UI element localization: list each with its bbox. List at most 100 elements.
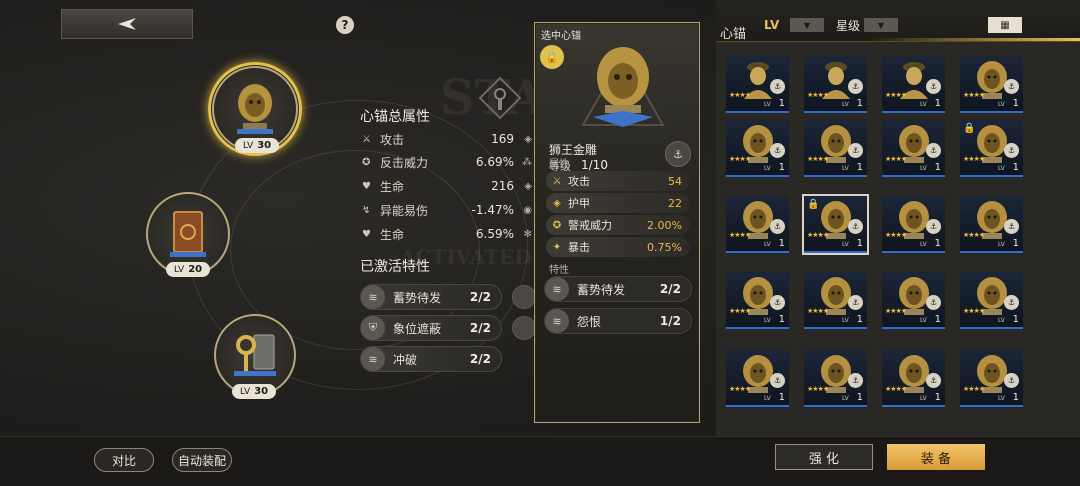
inventory-slot[interactable]: ★★★★ ⚓ LV 1 bbox=[882, 120, 945, 177]
star-rating: ★★★★ bbox=[963, 91, 985, 99]
stat-name: 反击威力 bbox=[380, 155, 429, 170]
slot-level-prefix: LV bbox=[764, 317, 771, 324]
slot-level-value: 1 bbox=[1012, 392, 1019, 403]
lv-sort-dropdown[interactable]: ▼ bbox=[790, 18, 824, 32]
grid-view-icon[interactable]: ▦ bbox=[988, 17, 1022, 33]
chevron-down-icon: ▼ bbox=[877, 20, 885, 30]
key-node[interactable]: LV 30 bbox=[214, 314, 296, 399]
trait-count: 1/2 bbox=[659, 314, 681, 328]
stat-value: 169 bbox=[491, 132, 514, 146]
inventory-slot[interactable]: ★★★★ ⚓ LV 1 bbox=[882, 350, 945, 407]
anchor-class-icon: ⚓ bbox=[926, 219, 941, 234]
inventory-slot[interactable]: ★★★★ ⚓ LV 1 bbox=[960, 56, 1023, 113]
inventory-slot[interactable]: ★★★★ ⚓ LV 1 bbox=[882, 272, 945, 329]
trait-icon-partial bbox=[512, 316, 536, 340]
slot-level-prefix: LV bbox=[920, 101, 927, 108]
anchor-class-icon: ⚓ bbox=[1004, 143, 1019, 158]
lock-icon[interactable]: 🔒 bbox=[540, 45, 564, 69]
trait-icon: ≋ bbox=[361, 347, 385, 371]
slot-level-value: 1 bbox=[1012, 98, 1019, 109]
lion-bust-node[interactable]: LV 30 bbox=[208, 62, 302, 156]
anchor-class-icon: ⚓ bbox=[848, 143, 863, 158]
book-icon bbox=[170, 211, 206, 257]
chevron-down-icon: ▼ bbox=[803, 20, 811, 30]
slot-level-value: 1 bbox=[778, 314, 785, 325]
trait-name: 蓄势待发 bbox=[393, 290, 442, 305]
anchor-class-icon: ⚓ bbox=[926, 295, 941, 310]
slot-level-value: 1 bbox=[1012, 162, 1019, 173]
inventory-slot[interactable]: ★★★★ ⚓ LV 1 bbox=[804, 272, 867, 329]
inventory-slot[interactable]: ★★★★ ⚓ LV 1 bbox=[726, 56, 789, 113]
inventory-slot[interactable]: ★★★★ ⚓ LV 1 bbox=[804, 56, 867, 113]
lv-sort-label[interactable]: LV bbox=[764, 18, 779, 32]
star-rating: ★★★★ bbox=[729, 155, 751, 163]
upgrade-button[interactable]: 强 化 bbox=[775, 444, 873, 470]
inventory-slot[interactable]: ★★★★ ⚓ LV 1 bbox=[726, 196, 789, 253]
inventory-slot[interactable]: 🔒 ★★★★ ⚓ LV 1 bbox=[802, 194, 869, 255]
inventory-slot[interactable]: ★★★★ ⚓ LV 1 bbox=[882, 56, 945, 113]
inventory-slot[interactable]: ★★★★ ⚓ LV 1 bbox=[882, 196, 945, 253]
attribute-name: 护甲 bbox=[568, 197, 590, 210]
star-rating: ★★★★ bbox=[885, 385, 907, 393]
anchor-class-icon: ⚓ bbox=[848, 295, 863, 310]
star-filter-dropdown[interactable]: ▼ bbox=[864, 18, 898, 32]
level-value: 30 bbox=[257, 140, 272, 151]
inventory-slot[interactable]: ★★★★ ⚓ LV 1 bbox=[804, 120, 867, 177]
inventory-panel: 心锚 LV ▼ 星级 ▼ ▦ ★★★★ ⚓ LV 1 ★★★★ ⚓ LV 1 ★★★★ ⚓ LV 1 ★… bbox=[716, 0, 1080, 436]
slot-level-prefix: LV bbox=[764, 241, 771, 248]
inventory-slot[interactable]: ★★★★ ⚓ LV 1 bbox=[726, 350, 789, 407]
slot-level-prefix: LV bbox=[998, 101, 1005, 108]
book-node[interactable]: LV 20 bbox=[146, 192, 230, 277]
slot-level-value: 1 bbox=[934, 314, 941, 325]
anchor-class-icon: ⚓ bbox=[1004, 295, 1019, 310]
card-trait-pill[interactable]: ≋ 怨恨 1/2 bbox=[544, 308, 692, 334]
compare-button[interactable]: 对比 bbox=[94, 448, 154, 472]
trait-count: 2/2 bbox=[659, 282, 681, 296]
slot-level-value: 1 bbox=[856, 162, 863, 173]
back-button[interactable] bbox=[61, 9, 193, 39]
anchor-class-icon: ⚓ bbox=[1004, 373, 1019, 388]
anchor-class-icon[interactable]: ⚓ bbox=[665, 141, 691, 167]
trait-pill[interactable]: ⛨ 象位遮蔽 2/2 bbox=[360, 315, 502, 341]
slot-level-prefix: LV bbox=[842, 165, 849, 172]
slot-level-prefix: LV bbox=[842, 317, 849, 324]
trait-name: 蓄势待发 bbox=[577, 282, 626, 297]
crit-icon: ✦ bbox=[552, 241, 562, 253]
slot-level-prefix: LV bbox=[764, 165, 771, 172]
inventory-slot[interactable]: ★★★★ ⚓ LV 1 bbox=[960, 272, 1023, 329]
star-rating: ★★★★ bbox=[963, 155, 985, 163]
inventory-slot[interactable]: ★★★★ ⚓ LV 1 bbox=[804, 350, 867, 407]
trait-pill[interactable]: ≋ 蓄势待发 2/2 bbox=[360, 284, 502, 310]
header-accent-line bbox=[870, 38, 1080, 41]
equip-button[interactable]: 装 备 bbox=[887, 444, 985, 470]
slot-level-prefix: LV bbox=[998, 317, 1005, 324]
sword-icon: ⚔ bbox=[362, 133, 371, 145]
help-icon[interactable]: ? bbox=[336, 16, 354, 34]
traits-title: 已激活特性 bbox=[360, 259, 430, 275]
slot-level-prefix: LV bbox=[764, 101, 771, 108]
attribute-value: 54 bbox=[668, 174, 682, 188]
slot-level-value: 1 bbox=[856, 238, 863, 249]
node-level-tag: LV 20 bbox=[166, 262, 211, 277]
star-rating: ★★★★ bbox=[729, 385, 751, 393]
inventory-slot[interactable]: ★★★★ ⚓ LV 1 bbox=[960, 350, 1023, 407]
heart-icon: ♥ bbox=[362, 228, 371, 240]
slot-level-prefix: LV bbox=[920, 165, 927, 172]
star-rating: ★★★★ bbox=[807, 91, 829, 99]
inventory-slot[interactable]: 🔒 ★★★★ ⚓ LV 1 bbox=[960, 120, 1023, 177]
star-rating: ★★★★ bbox=[807, 155, 829, 163]
inventory-slot[interactable]: ★★★★ ⚓ LV 1 bbox=[960, 196, 1023, 253]
star-rating: ★★★★ bbox=[963, 231, 985, 239]
auto-equip-button[interactable]: 自动装配 bbox=[172, 448, 232, 472]
star-filter-label[interactable]: 星级 bbox=[836, 17, 860, 34]
slot-level-value: 1 bbox=[934, 392, 941, 403]
slot-level-prefix: LV bbox=[920, 241, 927, 248]
counter-icon: ✪ bbox=[362, 156, 371, 168]
shield-icon: ◈ bbox=[524, 180, 532, 192]
inventory-slot[interactable]: ★★★★ ⚓ LV 1 bbox=[726, 120, 789, 177]
inventory-slot[interactable]: ★★★★ ⚓ LV 1 bbox=[726, 272, 789, 329]
trait-pill[interactable]: ≋ 冲破 2/2 bbox=[360, 346, 502, 372]
level-value: 30 bbox=[254, 386, 269, 397]
card-trait-pill[interactable]: ≋ 蓄势待发 2/2 bbox=[544, 276, 692, 302]
shield-icon: ◈ bbox=[524, 133, 532, 145]
